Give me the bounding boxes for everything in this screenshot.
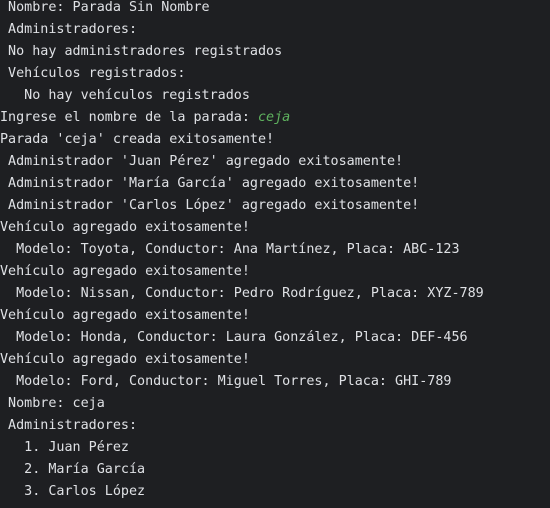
console-line: Vehículo agregado exitosamente! [0,308,250,323]
console-prompt-line: Ingrese el nombre de la parada: ceja [0,107,290,129]
console-line: Administradores: [0,418,138,433]
console-line: 3. Carlos López [0,484,146,499]
console-line: Modelo: Nissan, Conductor: Pedro Rodrígu… [0,286,484,301]
console-line: Nombre: Parada Sin Nombre [0,0,210,15]
console-line: Modelo: Ford, Conductor: Miguel Torres, … [0,374,452,389]
console-line: Vehículo agregado exitosamente! [0,264,250,279]
console-line: Vehículos registrados: [0,66,186,81]
console-line: Administrador 'María García' agregado ex… [0,176,420,191]
console-line: Vehículo agregado exitosamente! [0,220,250,235]
console-line: Vehículo agregado exitosamente! [0,352,250,367]
console-line: Nombre: ceja [0,396,105,411]
console-line: Parada 'ceja' creada exitosamente! [0,132,275,147]
console-line: No hay administradores registrados [0,44,283,59]
console-line: Administrador 'Carlos López' agregado ex… [0,198,420,213]
console-line: Modelo: Honda, Conductor: Laura González… [0,330,468,345]
console-line: Administrador 'Juan Pérez' agregado exit… [0,154,404,169]
console-line: 2. María García [0,462,146,477]
console-line: No hay vehículos registrados [0,88,250,103]
console-line: 1. Juan Pérez [0,440,129,455]
prompt-text: Ingrese el nombre de la parada: [0,110,258,125]
console-line: Administradores: [0,22,138,37]
console-line: Modelo: Toyota, Conductor: Ana Martínez,… [0,242,460,257]
console-output[interactable]: Nombre: Parada Sin Nombre Administradore… [0,0,550,508]
user-input-text: ceja [257,110,291,125]
